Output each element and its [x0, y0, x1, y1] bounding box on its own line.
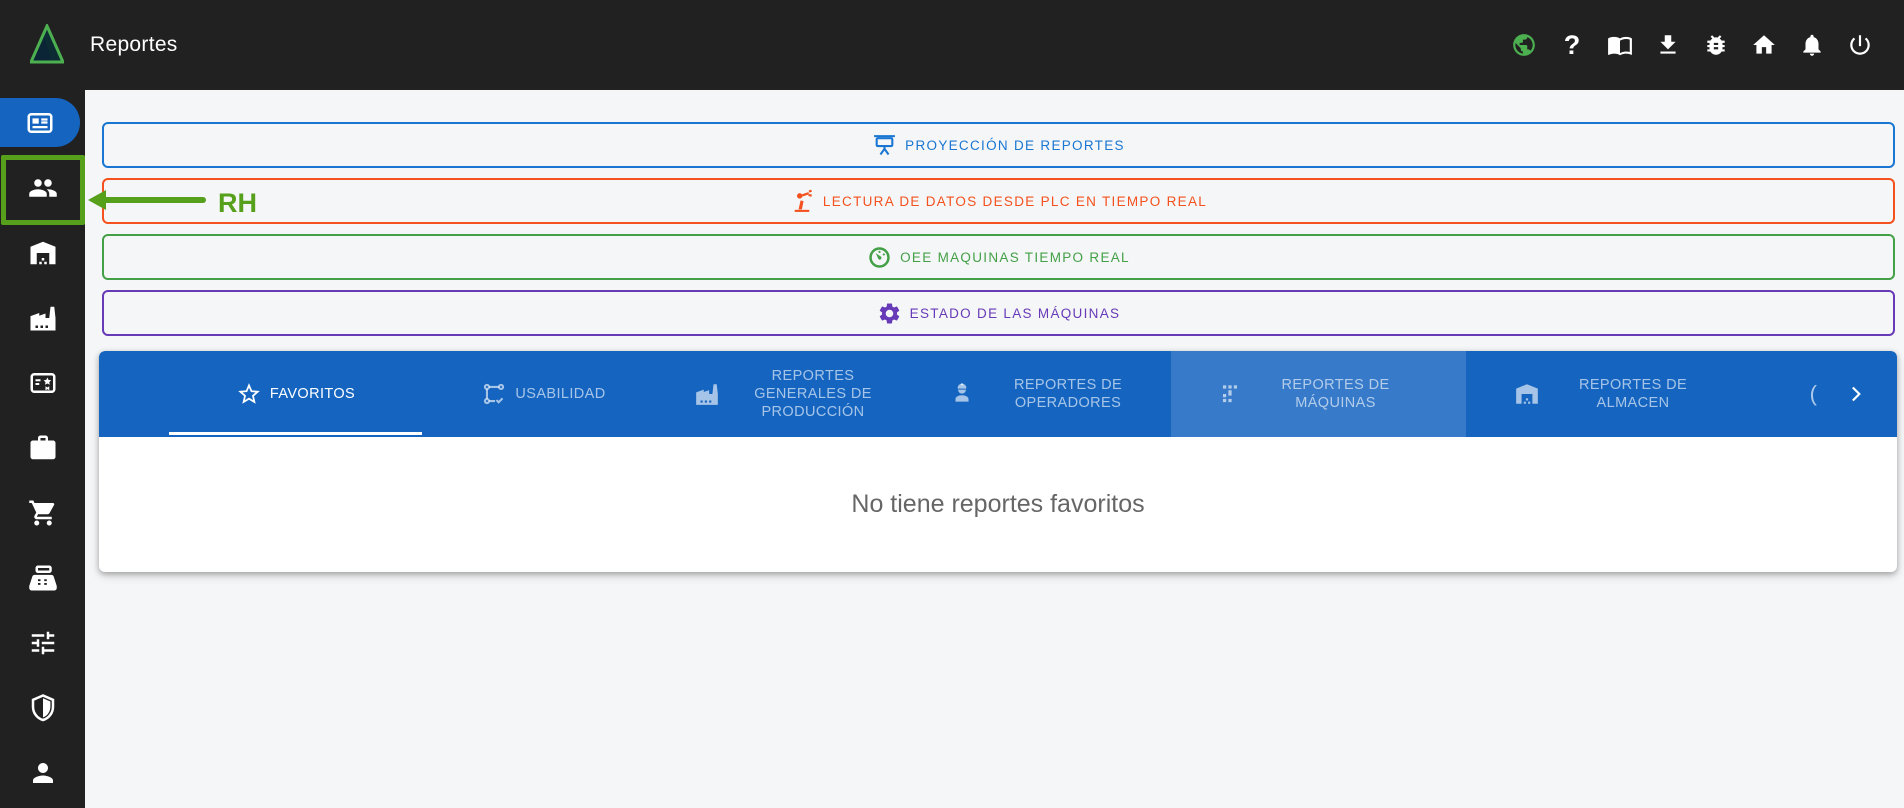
power-icon[interactable]: [1846, 31, 1874, 59]
sidebar-item-sales[interactable]: [0, 480, 85, 545]
tab-label: FAVORITOS: [269, 385, 356, 402]
article-icon: [25, 108, 55, 138]
usability-icon: [481, 381, 507, 407]
tab-reportes-operadores[interactable]: REPORTES DE OPERADORES: [931, 351, 1171, 437]
sidebar-item-production[interactable]: [0, 285, 85, 350]
tab-label: REPORTES GENERALES DE PRODUCCIÓN: [754, 367, 872, 421]
banner-oee-maquinas[interactable]: OEE MAQUINAS TIEMPO REAL: [102, 234, 1895, 280]
gear-icon: [877, 301, 902, 326]
warehouse-icon: [28, 238, 58, 268]
empty-favorites-message: No tiene reportes favoritos: [851, 490, 1145, 518]
reports-tabbar: FAVORITOS USABILIDAD REPORTES GENERALES …: [99, 351, 1897, 437]
topbar-actions: ?: [1510, 31, 1874, 59]
chevron-right-icon[interactable]: [1841, 380, 1869, 408]
manual-book-icon[interactable]: [1606, 31, 1634, 59]
factory-icon: [28, 303, 58, 333]
machine-icon: [1217, 381, 1243, 407]
sidebar-item-certificates[interactable]: [0, 350, 85, 415]
banner-label: ESTADO DE LAS MÁQUINAS: [909, 305, 1121, 321]
globe-icon[interactable]: [1510, 31, 1538, 59]
sidebar-item-profile[interactable]: [0, 740, 85, 805]
bell-icon[interactable]: [1798, 31, 1826, 59]
sidebar-item-security[interactable]: [0, 675, 85, 740]
certificate-icon: [28, 368, 58, 398]
sidebar-item-reports[interactable]: [0, 98, 80, 147]
banner-label: PROYECCIÓN DE REPORTES: [905, 137, 1125, 153]
banner-label: OEE MAQUINAS TIEMPO REAL: [900, 249, 1130, 265]
sidebar-item-pos[interactable]: [0, 545, 85, 610]
tune-icon: [28, 628, 58, 658]
cash-register-icon: [28, 563, 58, 593]
banner-proyeccion-reportes[interactable]: PROYECCIÓN DE REPORTES: [102, 122, 1895, 168]
home-icon[interactable]: [1750, 31, 1778, 59]
robot-arm-icon: [790, 189, 815, 214]
tab-reportes-almacen[interactable]: REPORTES DE ALMACEN: [1466, 351, 1766, 437]
reports-card: FAVORITOS USABILIDAD REPORTES GENERALES …: [99, 351, 1897, 572]
download-icon[interactable]: [1654, 31, 1682, 59]
people-icon: [28, 173, 58, 203]
sidebar-nav: [0, 90, 85, 808]
main-content: PROYECCIÓN DE REPORTES LECTURA DE DATOS …: [85, 90, 1904, 808]
help-icon[interactable]: ?: [1558, 31, 1586, 59]
page-title: Reportes: [90, 33, 178, 56]
tab-label: REPORTES DE OPERADORES: [1013, 376, 1123, 411]
partial-tab-glyph: (: [1809, 381, 1817, 406]
tab-label: USABILIDAD: [515, 385, 606, 402]
tab-reportes-maquinas[interactable]: REPORTES DE MÁQUINAS: [1171, 351, 1466, 437]
warehouse-icon: [1514, 381, 1540, 407]
tabbar-overflow: (: [1766, 351, 1897, 437]
gauge-icon: [867, 245, 892, 270]
app-logo[interactable]: [30, 24, 64, 66]
top-bar: Reportes ?: [0, 0, 1904, 90]
shopping-cart-icon: [28, 498, 58, 528]
sidebar-item-settings[interactable]: [0, 610, 85, 675]
projector-screen-icon: [872, 133, 897, 158]
sidebar-item-briefcase[interactable]: [0, 415, 85, 480]
person-icon: [28, 758, 58, 788]
tab-label: REPORTES DE ALMACEN: [1578, 376, 1688, 411]
tab-reportes-generales-produccion[interactable]: REPORTES GENERALES DE PRODUCCIÓN: [661, 351, 931, 437]
engineer-icon: [949, 381, 975, 407]
tab-usabilidad[interactable]: USABILIDAD: [426, 351, 661, 437]
shield-icon: [28, 693, 58, 723]
sidebar-item-rh[interactable]: [0, 155, 85, 220]
banner-estado-maquinas[interactable]: ESTADO DE LAS MÁQUINAS: [102, 290, 1895, 336]
bug-icon[interactable]: [1702, 31, 1730, 59]
factory-icon: [694, 381, 720, 407]
banner-lectura-plc[interactable]: LECTURA DE DATOS DESDE PLC EN TIEMPO REA…: [102, 178, 1895, 224]
banner-label: LECTURA DE DATOS DESDE PLC EN TIEMPO REA…: [822, 193, 1208, 209]
sidebar-item-warehouse[interactable]: [0, 220, 85, 285]
briefcase-icon: [28, 433, 58, 463]
star-icon: [236, 381, 262, 407]
tab-favoritos[interactable]: FAVORITOS: [165, 351, 426, 437]
tab-label: REPORTES DE MÁQUINAS: [1281, 376, 1390, 411]
